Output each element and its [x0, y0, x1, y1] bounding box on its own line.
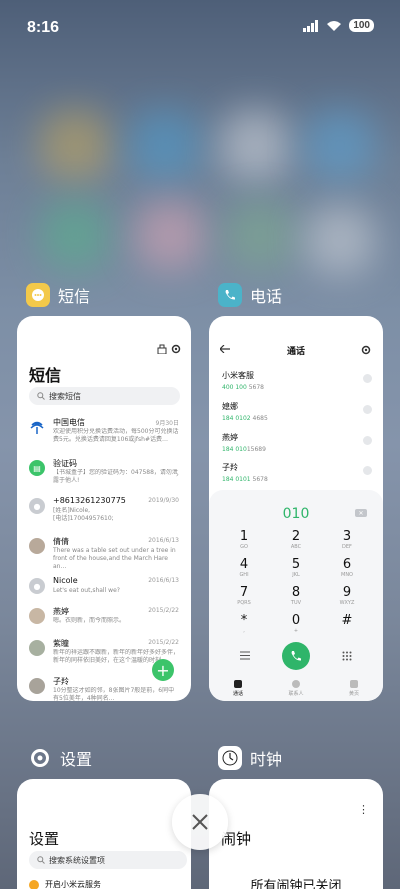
contact-info-icon[interactable]	[363, 374, 372, 383]
wifi-icon	[327, 20, 342, 31]
clock-app-icon	[218, 746, 242, 770]
message-item[interactable]: ● +8613261230775 2019/9/30 [姓名]Nicole, […	[17, 496, 191, 536]
settings-search-input[interactable]: 搜索系统设置项	[29, 851, 187, 869]
status-time: 8:16	[27, 19, 60, 36]
contact-item[interactable]: 媳娜 184 0102 4685	[222, 401, 372, 425]
dial-key-0[interactable]: 0 +	[276, 614, 316, 640]
photo-avatar	[29, 678, 45, 694]
clear-all-button[interactable]	[172, 794, 228, 850]
dial-key-3[interactable]: 3 DEF	[327, 530, 367, 556]
app-label-sms[interactable]: 短信	[26, 283, 90, 307]
dial-key-star[interactable]: *,	[224, 614, 264, 640]
sms-app-name: 短信	[58, 287, 91, 306]
dial-key-1[interactable]: 1 GO	[224, 530, 264, 556]
phone-tab-icon	[234, 679, 242, 688]
settings-page-title: 设置	[29, 830, 60, 848]
sms-app-icon	[26, 283, 50, 307]
app-label-phone[interactable]: 电话	[218, 283, 282, 307]
message-item[interactable]: 倩倩 2016/6/13 There was a table set out u…	[17, 536, 191, 576]
person-avatar-icon: ●	[29, 498, 45, 514]
dialpad: 010 ✕ 1 GO 2 ABC 3 DEF 4 GHI 5 JKL 6 MNO 7 PQRS…	[209, 490, 383, 701]
settings-gear-icon[interactable]	[171, 344, 181, 354]
settings-app-name: 设置	[60, 750, 93, 769]
settings-app-card[interactable]: 设置 搜索系统设置项 开启小米云服务	[17, 779, 191, 889]
sms-page-title: 短信	[29, 366, 62, 385]
photo-avatar	[29, 640, 45, 656]
new-message-button[interactable]: +	[152, 659, 174, 681]
photo-avatar	[29, 608, 45, 624]
yellow-pages-tab-icon	[350, 679, 358, 688]
dial-key-2[interactable]: 2 ABC	[276, 530, 316, 556]
search-icon	[37, 392, 45, 400]
phone-app-card[interactable]: 通话 小米客服 400 100 5678 媳娜 184 0102 4685 燕婷…	[209, 316, 383, 701]
message-item[interactable]: ▤ 验证码 › 【书城盒子】您的验证码为：047588，请勿泄露于他人!	[17, 458, 191, 498]
contact-info-icon[interactable]	[363, 436, 372, 445]
settings-gear-icon[interactable]	[361, 345, 371, 355]
phone-call-icon	[291, 651, 301, 661]
call-button[interactable]	[282, 642, 310, 670]
sms-avatar-icon: ▤	[29, 460, 45, 476]
dial-key-7[interactable]: 7 PQRS	[224, 586, 264, 612]
app-label-settings[interactable]: 设置	[28, 746, 92, 770]
telecom-logo-icon	[29, 419, 45, 435]
sms-app-card[interactable]: 短信 搜索短信 中国电信 9月30日 欢迎使用积分兑换话费活动，每500分可兑换…	[17, 316, 191, 701]
clock-app-card[interactable]: ⋮ 闹钟 所有闹钟已关闭	[209, 779, 383, 889]
phone-tab-bar: 通话 联系人 黄页	[209, 675, 383, 701]
menu-icon[interactable]	[240, 651, 250, 660]
contact-info-icon[interactable]	[363, 405, 372, 414]
phone-page-title: 通话	[286, 347, 305, 357]
settings-row[interactable]: 开启小米云服务	[29, 879, 101, 889]
clock-app-name: 时钟	[250, 750, 283, 769]
app-label-clock[interactable]: 时钟	[218, 746, 282, 770]
tab-yellow-pages[interactable]: 黄页	[334, 679, 374, 697]
battery-indicator: 100	[349, 19, 374, 32]
cloud-service-icon	[29, 879, 39, 889]
settings-app-icon	[28, 746, 52, 770]
contact-info-icon[interactable]	[363, 466, 372, 475]
phone-app-icon	[218, 283, 242, 307]
contacts-tab-icon	[292, 679, 300, 688]
sms-search-input[interactable]: 搜索短信	[29, 387, 180, 405]
cleanup-icon[interactable]	[157, 344, 167, 354]
dial-key-9[interactable]: 9 WXYZ	[327, 586, 367, 612]
contact-item[interactable]: 子羚 184 0101 5678	[222, 462, 372, 486]
search-icon	[37, 856, 45, 864]
tab-calls[interactable]: 通话	[218, 679, 258, 697]
message-item[interactable]: 中国电信 9月30日 欢迎使用积分兑换话费活动，每500分可兑换话费5元。兑换话…	[17, 417, 191, 457]
photo-avatar	[29, 538, 45, 554]
close-icon	[192, 814, 208, 830]
person-avatar-icon: ●	[29, 578, 45, 594]
dial-key-hash[interactable]: #	[327, 614, 367, 640]
status-bar: 8:16 100	[0, 0, 400, 56]
more-options-icon[interactable]: ⋮	[358, 803, 369, 816]
alarms-status-text: 所有闹钟已关闭	[250, 879, 342, 889]
tab-contacts[interactable]: 联系人	[276, 679, 316, 697]
dial-key-6[interactable]: 6 MNO	[327, 558, 367, 584]
backspace-icon[interactable]: ✕	[355, 509, 367, 517]
contact-item[interactable]: 燕婷 184 01015689	[222, 432, 372, 456]
dial-key-5[interactable]: 5 JKL	[276, 558, 316, 584]
contact-item[interactable]: 小米客服 400 100 5678	[222, 370, 372, 394]
signal-icon	[303, 19, 319, 32]
phone-app-name: 电话	[250, 287, 283, 306]
dial-key-4[interactable]: 4 GHI	[224, 558, 264, 584]
keypad-grid-icon[interactable]	[342, 651, 352, 661]
dial-key-8[interactable]: 8 TUV	[276, 586, 316, 612]
